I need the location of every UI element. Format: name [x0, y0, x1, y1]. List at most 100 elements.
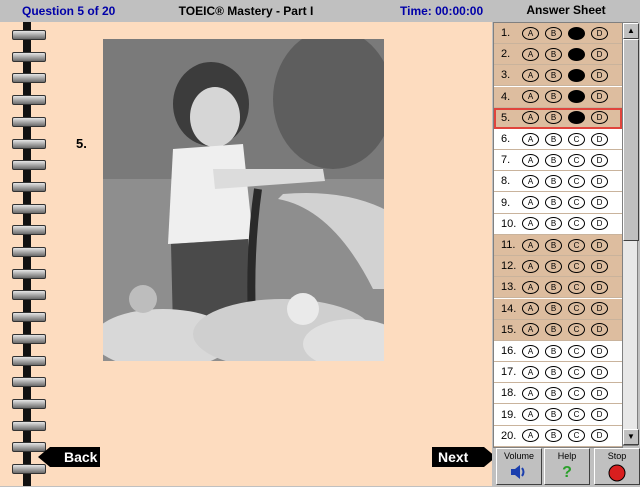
answer-bubble-d[interactable]: D — [591, 153, 608, 167]
answer-bubble-b[interactable]: B — [545, 132, 562, 146]
answer-bubble-d[interactable]: D — [591, 47, 608, 61]
answer-bubble-b[interactable]: B — [545, 174, 562, 188]
answer-bubble-d[interactable]: D — [591, 280, 608, 294]
answer-bubble-b[interactable]: B — [545, 344, 562, 358]
answer-row: 16. A B C D — [494, 341, 622, 362]
scroll-down-icon[interactable]: ▼ — [623, 429, 639, 445]
answer-bubble-b[interactable]: B — [545, 47, 562, 61]
answer-bubble-c[interactable]: C — [568, 196, 585, 210]
answer-bubble-d[interactable]: D — [591, 302, 608, 316]
answer-bubble-a[interactable]: A — [522, 365, 539, 379]
back-button[interactable]: Back — [38, 447, 100, 467]
answer-bubble-d[interactable]: D — [591, 111, 608, 125]
answer-bubble-a[interactable]: A — [522, 386, 539, 400]
answer-bubble-c[interactable]: C — [568, 323, 585, 337]
scroll-up-icon[interactable]: ▲ — [623, 23, 639, 39]
answer-bubble-c[interactable]: C — [568, 111, 585, 125]
answer-bubble-c[interactable]: C — [568, 174, 585, 188]
answer-bubble-a[interactable]: A — [522, 111, 539, 125]
answer-bubble-a[interactable]: A — [522, 196, 539, 210]
answer-bubble-c[interactable]: C — [568, 259, 585, 273]
answer-bubble-d[interactable]: D — [591, 68, 608, 82]
left-arrow-icon — [38, 447, 50, 467]
next-button[interactable]: Next — [432, 447, 496, 467]
stop-button[interactable]: Stop — [594, 448, 640, 485]
answer-bubble-a[interactable]: A — [522, 217, 539, 231]
answer-bubble-b[interactable]: B — [545, 111, 562, 125]
answer-bubble-d[interactable]: D — [591, 26, 608, 40]
answer-bubble-c[interactable]: C — [568, 132, 585, 146]
answer-bubble-d[interactable]: D — [591, 238, 608, 252]
answer-row: 6. A B C D — [494, 129, 622, 150]
answer-bubble-b[interactable]: B — [545, 323, 562, 337]
volume-label: Volume — [503, 451, 535, 461]
answer-bubble-a[interactable]: A — [522, 90, 539, 104]
answer-bubble-c[interactable]: C — [568, 68, 585, 82]
answer-bubble-b[interactable]: B — [545, 408, 562, 422]
answer-row: 12. A B C D — [494, 256, 622, 278]
answer-bubble-d[interactable]: D — [591, 196, 608, 210]
answer-bubble-a[interactable]: A — [522, 174, 539, 188]
answer-bubble-b[interactable]: B — [545, 26, 562, 40]
answer-bubble-c[interactable]: C — [568, 90, 585, 104]
answer-bubble-d[interactable]: D — [591, 386, 608, 400]
answer-bubble-d[interactable]: D — [591, 174, 608, 188]
answer-bubble-c[interactable]: C — [568, 47, 585, 61]
answer-bubble-b[interactable]: B — [545, 259, 562, 273]
answer-bubble-d[interactable]: D — [591, 408, 608, 422]
answer-bubble-a[interactable]: A — [522, 323, 539, 337]
answer-bubble-b[interactable]: B — [545, 429, 562, 443]
answer-bubble-d[interactable]: D — [591, 217, 608, 231]
answer-bubble-c[interactable]: C — [568, 429, 585, 443]
answer-bubble-d[interactable]: D — [591, 90, 608, 104]
answer-bubble-a[interactable]: A — [522, 259, 539, 273]
answer-bubble-b[interactable]: B — [545, 365, 562, 379]
answer-bubble-a[interactable]: A — [522, 280, 539, 294]
question-number: 5. — [76, 136, 87, 151]
answer-bubble-d[interactable]: D — [591, 259, 608, 273]
answer-bubble-a[interactable]: A — [522, 153, 539, 167]
spiral-ring — [8, 288, 48, 301]
answer-bubble-d[interactable]: D — [591, 344, 608, 358]
answer-bubble-a[interactable]: A — [522, 47, 539, 61]
answer-bubble-b[interactable]: B — [545, 68, 562, 82]
help-button[interactable]: Help ? — [544, 448, 590, 485]
spiral-ring — [8, 202, 48, 214]
answer-bubble-c[interactable]: C — [568, 26, 585, 40]
answer-scrollbar[interactable]: ▲ ▼ — [622, 22, 639, 446]
answer-bubble-c[interactable]: C — [568, 302, 585, 316]
answer-bubble-c[interactable]: C — [568, 238, 585, 252]
answer-bubble-c[interactable]: C — [568, 217, 585, 231]
answer-bubble-d[interactable]: D — [591, 132, 608, 146]
answer-bubble-d[interactable]: D — [591, 429, 608, 443]
answer-bubble-d[interactable]: D — [591, 323, 608, 337]
answer-bubble-b[interactable]: B — [545, 196, 562, 210]
answer-bubble-c[interactable]: C — [568, 344, 585, 358]
answer-bubble-a[interactable]: A — [522, 429, 539, 443]
answer-bubble-a[interactable]: A — [522, 344, 539, 358]
answer-row-number: 14. — [501, 302, 517, 315]
scroll-thumb[interactable] — [623, 39, 639, 241]
answer-bubble-a[interactable]: A — [522, 68, 539, 82]
answer-bubble-b[interactable]: B — [545, 153, 562, 167]
answer-bubble-a[interactable]: A — [522, 132, 539, 146]
answer-bubble-c[interactable]: C — [568, 153, 585, 167]
answer-bubble-a[interactable]: A — [522, 238, 539, 252]
answer-bubble-a[interactable]: A — [522, 26, 539, 40]
answer-bubble-c[interactable]: C — [568, 386, 585, 400]
answer-bubble-c[interactable]: C — [568, 280, 585, 294]
answer-bubble-c[interactable]: C — [568, 408, 585, 422]
answer-row: 9. A B C D — [494, 192, 622, 214]
answer-bubble-d[interactable]: D — [591, 365, 608, 379]
answer-row: 11. A B C D — [494, 235, 622, 256]
answer-bubble-b[interactable]: B — [545, 302, 562, 316]
answer-bubble-b[interactable]: B — [545, 238, 562, 252]
answer-bubble-a[interactable]: A — [522, 408, 539, 422]
answer-bubble-c[interactable]: C — [568, 365, 585, 379]
answer-bubble-b[interactable]: B — [545, 386, 562, 400]
volume-button[interactable]: Volume — [496, 448, 542, 485]
answer-bubble-b[interactable]: B — [545, 217, 562, 231]
answer-bubble-a[interactable]: A — [522, 302, 539, 316]
answer-bubble-b[interactable]: B — [545, 90, 562, 104]
answer-bubble-b[interactable]: B — [545, 280, 562, 294]
